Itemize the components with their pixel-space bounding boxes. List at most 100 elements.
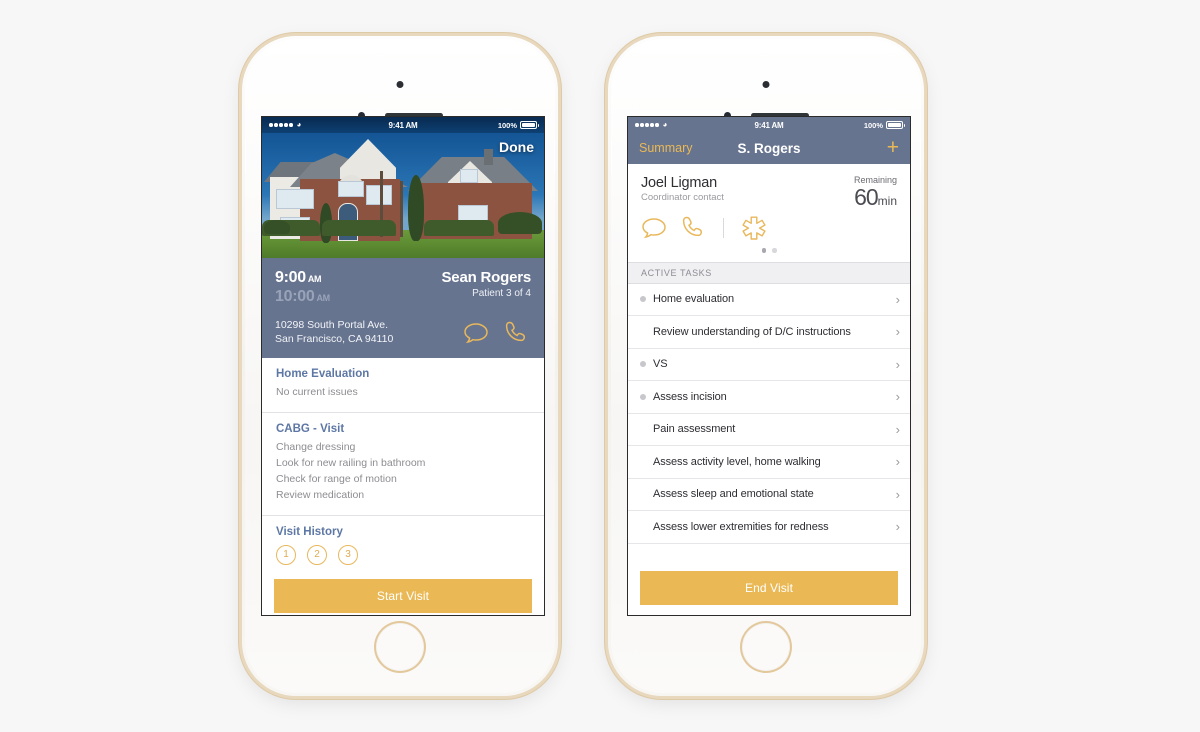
hedge: [424, 220, 494, 236]
chevron-right-icon: ›: [895, 291, 900, 307]
section-item: No current issues: [276, 386, 358, 399]
done-button[interactable]: Done: [499, 139, 534, 155]
front-camera-icon: [396, 81, 404, 88]
page-dot[interactable]: [772, 248, 777, 253]
phone-device-left: ◕ 9:41 AM 100% Done 9:00 AM 10:00 AM Sea…: [242, 36, 558, 696]
section-title: Home Evaluation: [276, 368, 370, 381]
task-status-dot: [640, 329, 646, 335]
task-status-dot: [640, 361, 646, 368]
task-row[interactable]: Pain assessment ›: [628, 414, 910, 447]
page-title: S. Rogers: [737, 140, 801, 156]
task-status-dot: [640, 459, 646, 465]
task-row[interactable]: Assess lower extremities for redness ›: [628, 511, 910, 544]
status-battery: 100%: [863, 120, 905, 130]
task-row[interactable]: Assess incision ›: [628, 381, 910, 414]
remaining-value: 60min: [854, 184, 897, 210]
address-line-1: 10298 South Portal Ave.: [275, 319, 389, 331]
section-item: Check for range of motion: [276, 473, 397, 486]
shrub: [498, 212, 542, 234]
task-label: VS: [653, 358, 668, 371]
section-title: Visit History: [276, 525, 343, 538]
task-row[interactable]: Assess activity level, home walking ›: [628, 446, 910, 479]
section-item: Change dressing: [276, 440, 356, 453]
home-photo: ◕ 9:41 AM 100% Done: [262, 117, 544, 258]
visit-start-time: 9:00 AM: [275, 269, 322, 286]
chevron-right-icon: ›: [895, 356, 900, 372]
signal-strength-icon: [635, 123, 659, 127]
task-row[interactable]: Assess sleep and emotional state ›: [628, 479, 910, 512]
home-button[interactable]: [376, 623, 424, 671]
visit-badge[interactable]: 2: [307, 544, 327, 565]
antenna-band: [554, 139, 555, 173]
coordinator-card: Joel Ligman Coordinator contact Remainin…: [628, 164, 910, 262]
section-title: CABG - Visit: [276, 422, 345, 435]
patient-name: Sean Rogers: [441, 269, 532, 286]
window: [338, 181, 364, 197]
wifi-icon: ◕: [662, 120, 668, 129]
status-bar-left: ◕ 9:41 AM 100%: [262, 117, 544, 133]
visit-badge[interactable]: 3: [338, 544, 358, 565]
chimney: [484, 149, 493, 165]
shrub: [264, 220, 290, 234]
task-label: Pain assessment: [653, 423, 736, 436]
visit-info-panel: 9:00 AM 10:00 AM Sean Rogers Patient 3 of …: [262, 258, 544, 359]
chevron-right-icon: ›: [895, 324, 900, 340]
battery-percent: 100%: [497, 120, 517, 130]
battery-icon: [886, 121, 905, 129]
scene: ◕ 9:41 AM 100% Done 9:00 AM 10:00 AM Sea…: [0, 0, 1200, 732]
status-bar-right: ◕ 9:41 AM 100%: [628, 117, 910, 133]
page-indicator: [641, 241, 897, 258]
bare-tree: [400, 181, 403, 237]
antenna-band: [245, 139, 246, 173]
coordinator-actions: [641, 215, 897, 241]
task-status-dot: [640, 393, 646, 400]
task-row[interactable]: Review understanding of D/C instructions…: [628, 316, 910, 349]
signal-strength-icon: [269, 123, 293, 127]
add-button[interactable]: +: [887, 137, 899, 158]
status-time: 9:41 AM: [388, 120, 418, 130]
home-button[interactable]: [742, 623, 790, 671]
wifi-icon: ◕: [296, 120, 302, 129]
end-visit-button[interactable]: End Visit: [640, 571, 898, 605]
front-camera-icon: [762, 81, 770, 88]
visit-times: 9:00 AM 10:00 AM: [275, 269, 330, 306]
task-row[interactable]: VS ›: [628, 349, 910, 382]
page-dot-active[interactable]: [761, 248, 766, 253]
battery-icon: [520, 121, 539, 129]
coordinator-name: Joel Ligman: [641, 175, 717, 191]
task-label: Assess lower extremities for redness: [653, 520, 829, 533]
screen-right: ◕ 9:41 AM 100% Summary S. Rogers + Joel …: [627, 116, 911, 616]
message-icon[interactable]: [641, 216, 667, 240]
message-icon[interactable]: [463, 321, 489, 345]
coordinator-identity: Joel Ligman Coordinator contact: [641, 175, 724, 203]
window: [460, 169, 478, 183]
task-list: Home evaluation › Review understanding o…: [628, 283, 910, 544]
task-label: Home evaluation: [653, 293, 735, 306]
task-status-dot: [640, 296, 646, 303]
medical-asterisk-icon[interactable]: [741, 215, 767, 241]
section-item: Look for new railing in bathroom: [276, 456, 426, 469]
contact-actions: [463, 320, 531, 346]
phone-icon[interactable]: [503, 320, 529, 346]
screen-left: ◕ 9:41 AM 100% Done 9:00 AM 10:00 AM Sea…: [261, 116, 545, 616]
visit-history-entries: 1 2 3: [276, 544, 530, 565]
antenna-band: [920, 139, 921, 173]
visit-badge[interactable]: 1: [276, 544, 296, 565]
section-home-evaluation: Home Evaluation No current issues: [262, 358, 544, 413]
task-row[interactable]: Home evaluation ›: [628, 284, 910, 317]
remaining-time: Remaining 60min: [854, 175, 897, 209]
chevron-right-icon: ›: [895, 486, 900, 502]
chevron-right-icon: ›: [895, 454, 900, 470]
chevron-right-icon: ›: [895, 519, 900, 535]
back-button-summary[interactable]: Summary: [639, 141, 692, 155]
address-line-2: San Francisco, CA 94110: [275, 333, 394, 346]
phone-device-right: ◕ 9:41 AM 100% Summary S. Rogers + Joel …: [608, 36, 924, 696]
start-visit-button[interactable]: Start Visit: [274, 578, 532, 613]
chevron-right-icon: ›: [895, 389, 900, 405]
phone-icon[interactable]: [680, 215, 706, 241]
task-status-dot: [640, 524, 646, 530]
section-cabg-visit: CABG - Visit Change dressing Look for ne…: [262, 413, 544, 516]
battery-percent: 100%: [863, 120, 883, 130]
active-tasks-header: ACTIVE TASKS: [628, 261, 910, 284]
divider: [723, 218, 724, 239]
